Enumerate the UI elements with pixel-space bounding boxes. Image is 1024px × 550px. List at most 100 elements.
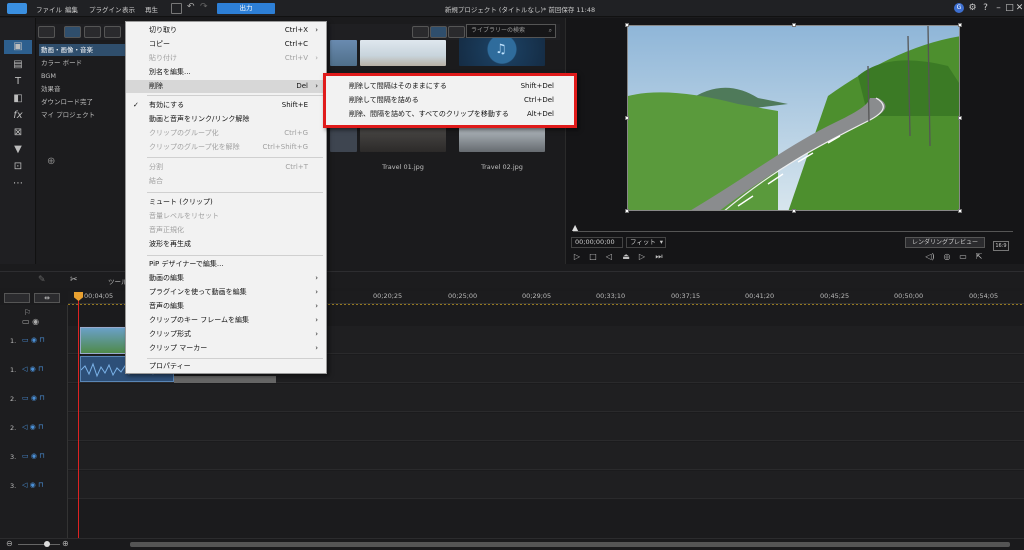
marker-track-icon[interactable]: ⚐ xyxy=(24,308,31,317)
menu-item-enable[interactable]: ✓ 有効にする Shift+E xyxy=(126,99,326,112)
preview-canvas[interactable] xyxy=(627,25,960,211)
media-thumbnail-travel01[interactable] xyxy=(360,124,446,152)
subtitle-icon[interactable]: ⊡ xyxy=(11,161,25,173)
resize-handle[interactable] xyxy=(958,116,962,120)
fit-dropdown[interactable]: フィット ▾ xyxy=(626,237,666,248)
menu-item-split[interactable]: 分割 Ctrl+T xyxy=(126,161,326,174)
media-filter-image-icon[interactable] xyxy=(84,26,101,38)
timeline-scrollbar[interactable] xyxy=(130,542,1010,547)
menu-item-cut[interactable]: 切り取り Ctrl+X › xyxy=(126,24,326,37)
zoom-in-icon[interactable]: ⊕ xyxy=(62,539,69,548)
title-text-icon[interactable]: T xyxy=(11,76,25,88)
sort-icon[interactable] xyxy=(448,26,465,38)
next-frame-icon[interactable]: ▷ xyxy=(637,252,647,262)
library-search-input[interactable]: ライブラリーの検索 ⌕ xyxy=(466,24,556,38)
resize-handle[interactable] xyxy=(958,23,962,27)
menu-item-delete[interactable]: 削除 Del › xyxy=(126,80,326,93)
menu-item-edit-audio[interactable]: 音声の編集 › xyxy=(126,300,326,313)
video-track-2[interactable] xyxy=(68,384,1024,412)
split-marker-icon[interactable]: ⏏ xyxy=(621,252,631,262)
more-icon[interactable]: ⋯ xyxy=(11,178,25,190)
edit-tool-icon[interactable]: ✎ xyxy=(38,275,46,285)
media-room-icon[interactable]: ▣ xyxy=(11,41,25,53)
resize-handle[interactable] xyxy=(625,116,629,120)
resize-handle[interactable] xyxy=(625,209,629,213)
menu-item-edit-video[interactable]: 動画の編集 › xyxy=(126,272,326,285)
menu-item-rename[interactable]: 別名を編集... xyxy=(126,66,326,79)
output-button[interactable]: 出力 xyxy=(217,3,275,14)
resize-handle[interactable] xyxy=(958,209,962,213)
resize-handle[interactable] xyxy=(792,23,796,27)
fx-icon[interactable]: fx xyxy=(11,110,25,122)
timecode-field[interactable]: 00;00;00;00 xyxy=(571,237,623,248)
audio-thumbnail[interactable]: ♫ xyxy=(459,38,545,66)
menu-item-reset-volume[interactable]: 音量レベルをリセット xyxy=(126,210,326,223)
delete-close-gap[interactable]: 削除して間隔を詰める Ctrl+Del xyxy=(326,94,574,107)
menu-item-link-unlink[interactable]: 動画と音声をリンク/リンク解除 xyxy=(126,113,326,126)
clip-gap-segment[interactable] xyxy=(174,376,276,383)
overlay-icon[interactable]: ⊠ xyxy=(11,127,25,139)
menu-playback[interactable]: 再生 xyxy=(145,4,158,14)
next-clip-icon[interactable]: ⏭ xyxy=(654,252,664,262)
video-track-3[interactable] xyxy=(68,442,1024,470)
menu-item-group[interactable]: クリップのグループ化 Ctrl+G xyxy=(126,127,326,140)
search-icon[interactable]: ⌕ xyxy=(549,25,552,37)
fit-timeline-icon[interactable]: ⇹ xyxy=(34,293,60,303)
category-media[interactable]: 動画・画像・音楽 xyxy=(39,44,125,56)
seek-handle-icon[interactable]: ▲ xyxy=(572,223,578,232)
undock-icon[interactable]: ⇱ xyxy=(974,252,984,262)
preview-seek-bar[interactable] xyxy=(573,231,1013,232)
menu-file[interactable]: ファイル xyxy=(36,4,62,14)
category-color-board[interactable]: カラー ボード xyxy=(39,57,125,69)
media-thumbnail[interactable] xyxy=(330,40,357,66)
menu-edit[interactable]: 編集 xyxy=(65,4,78,14)
playhead[interactable] xyxy=(78,293,79,540)
menu-item-copy[interactable]: コピー Ctrl+C xyxy=(126,38,326,51)
audio-track-3[interactable] xyxy=(68,471,1024,499)
media-thumbnail[interactable] xyxy=(330,124,357,152)
minimize-icon[interactable]: – xyxy=(993,2,1004,14)
chapter-track-icon[interactable]: ▭ ◉ xyxy=(22,317,39,326)
close-icon[interactable]: ✕ xyxy=(1014,2,1024,14)
snapshot-icon[interactable]: ◎ xyxy=(942,252,952,262)
template-icon[interactable]: ▤ xyxy=(11,59,25,71)
category-downloads[interactable]: ダウンロード完了 xyxy=(39,96,125,108)
save-icon[interactable] xyxy=(171,3,182,14)
menu-view[interactable]: 表示 xyxy=(122,4,135,14)
delete-keep-gap[interactable]: 削除して間隔はそのままにする Shift+Del xyxy=(326,80,574,93)
resize-handle[interactable] xyxy=(792,209,796,213)
menu-item-normalize-audio[interactable]: 音声正規化 xyxy=(126,224,326,237)
resize-handle[interactable] xyxy=(625,23,629,27)
grid-view-icon[interactable] xyxy=(430,26,447,38)
scissors-icon[interactable]: ✂ xyxy=(70,275,78,285)
menu-item-pip-designer[interactable]: PiP デザイナーで編集... xyxy=(126,258,326,271)
undo-icon[interactable]: ↶ xyxy=(187,2,195,12)
redo-icon[interactable]: ↷ xyxy=(200,2,208,12)
menu-item-regenerate-waveform[interactable]: 波形を再生成 xyxy=(126,238,326,251)
settings-gear-icon[interactable]: ⚙ xyxy=(967,2,978,14)
media-filter-audio-icon[interactable] xyxy=(104,26,121,38)
particle-icon[interactable]: ▼ xyxy=(11,144,25,156)
stop-icon[interactable]: □ xyxy=(588,252,598,262)
media-thumbnail[interactable] xyxy=(360,40,446,66)
video-clip[interactable] xyxy=(80,327,126,354)
category-sound-effects[interactable]: 効果音 xyxy=(39,83,125,95)
display-icon[interactable]: ▭ xyxy=(958,252,968,262)
storyboard-toggle[interactable] xyxy=(4,293,30,303)
menu-plugin[interactable]: プラグイン xyxy=(89,4,122,14)
transition-icon[interactable]: ◧ xyxy=(11,93,25,105)
menu-item-ungroup[interactable]: クリップのグループ化を解除 Ctrl+Shift+G xyxy=(126,141,326,154)
delete-close-gap-move-all[interactable]: 削除、間隔を詰めて、すべてのクリップを移動する Alt+Del xyxy=(326,108,574,121)
aspect-ratio-button[interactable]: 16:9 xyxy=(993,241,1009,251)
user-avatar[interactable]: G xyxy=(954,3,964,13)
menu-item-paste[interactable]: 貼り付け Ctrl+V › xyxy=(126,52,326,65)
zoom-out-icon[interactable]: ⊖ xyxy=(6,539,13,548)
audio-track-2[interactable] xyxy=(68,413,1024,441)
media-thumbnail-travel02[interactable] xyxy=(459,124,545,152)
menu-item-clip-format[interactable]: クリップ形式 › xyxy=(126,328,326,341)
import-media-icon[interactable] xyxy=(38,26,55,38)
render-preview-button[interactable]: レンダリングプレビュー xyxy=(905,237,985,248)
category-my-projects[interactable]: マイ プロジェクト xyxy=(39,109,125,121)
play-icon[interactable]: ▷ xyxy=(572,252,582,262)
add-tag-icon[interactable]: ⊕ xyxy=(47,156,55,167)
